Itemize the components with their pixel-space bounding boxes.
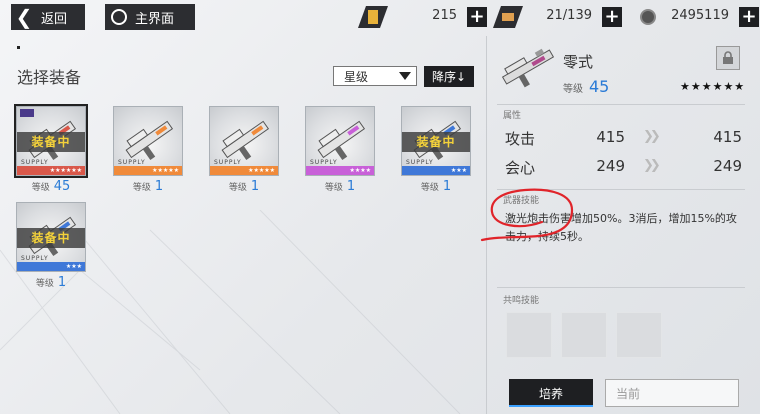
stat-current: 249 [596,157,625,175]
level-label: 等级 [563,84,583,95]
lock-icon [723,51,733,64]
card-stars: ★★★★★★ [49,167,82,174]
chevron-down-icon [399,72,411,80]
stat-current: 415 [596,128,625,146]
level-value: 1 [250,179,260,194]
weapon-level: 等级 45 [563,77,609,96]
sort-order-button[interactable]: 降序↓ [424,66,474,87]
separator [497,189,745,190]
top-bar: ❮ 返回 主界面 215 + 21/139 + 2495119 + [0,0,760,34]
stat-name: 攻击 [505,130,536,148]
weapon-name: 零式 [563,53,594,71]
card-level: 等级 45 [11,179,91,194]
coin-icon [637,6,659,28]
resource-coin: 2495119 + [637,6,759,28]
supply-text: SUPPLY [310,159,338,166]
stat-crit-row: 会心 249 ❯❯ 249 [505,157,742,179]
home-label: 主界面 [135,11,175,27]
current-field: 当前 [605,379,739,407]
rank-badge-icon [20,109,34,117]
card-stars: ★★★★ [349,167,371,174]
supply-text: SUPPLY [21,159,49,166]
back-label: 返回 [41,11,68,27]
resource-value: 21/139 [546,8,592,23]
equipment-card[interactable]: SUPPLY ★★★ 装备中 [401,106,471,176]
level-value: 45 [589,77,610,96]
resource-coupon: 215 + [357,6,487,28]
decor-dot [17,46,20,49]
lock-button[interactable] [716,46,740,70]
level-value: 1 [442,179,452,194]
battery-icon [492,6,524,28]
weapon-image [501,48,555,88]
weapon-skill-label: 武器技能 [503,196,540,206]
equipped-label: 装备中 [17,132,85,152]
resource-battery: 21/139 + [492,6,622,28]
card-level: 等级 1 [300,179,380,194]
level-label: 等级 [31,183,50,193]
weapon-skill-text: 激光炮击伤害增加50%。3消后，增加15%的攻击力，持续5秒。 [505,212,737,243]
resource-value: 2495119 [671,8,729,23]
section-title: 选择装备 [17,68,82,87]
resonance-slot[interactable] [616,312,662,358]
back-button[interactable]: ❮ 返回 [11,4,85,30]
add-battery-button[interactable]: + [602,7,622,27]
equipment-card[interactable]: SUPPLY ★★★★ [305,106,375,176]
level-value: 1 [57,275,67,290]
card-stars: ★★★★★ [152,167,179,174]
supply-text: SUPPLY [118,159,146,166]
resource-value: 215 [432,8,457,23]
stat-next: 415 [713,128,742,146]
weapon-image [221,120,270,161]
coupon-icon [357,6,389,28]
card-level: 等级 1 [396,179,476,194]
equipment-card[interactable]: SUPPLY ★★★ 装备中 [16,202,86,272]
sort-value: 星级 [344,69,369,84]
level-label: 等级 [228,183,247,193]
card-stars: ★★★ [65,263,82,270]
level-label: 等级 [35,279,54,289]
chevron-left-icon: ❮ [15,5,33,29]
level-value: 1 [346,179,356,194]
level-label: 等级 [420,183,439,193]
weapon-image [317,120,366,161]
add-coin-button[interactable]: + [739,7,759,27]
separator [497,104,745,105]
stat-name: 会心 [505,159,536,177]
equipment-card[interactable]: SUPPLY ★★★★★★ 装备中 [14,104,88,178]
equipped-label: 装备中 [402,132,470,152]
add-coupon-button[interactable]: + [467,7,487,27]
level-label: 等级 [132,183,151,193]
level-value: 1 [154,179,164,194]
level-label: 等级 [324,183,343,193]
attributes-label: 属性 [503,111,522,121]
resonance-slot[interactable] [506,312,552,358]
weapon-stars: ★★★★★★ [680,80,746,93]
level-value: 45 [53,179,71,194]
card-stars: ★★★★★ [248,167,275,174]
supply-text: SUPPLY [21,255,49,262]
home-ring-icon [111,9,127,25]
separator [497,287,745,288]
double-chevron-right-icon: ❯❯ [643,158,661,173]
double-chevron-right-icon: ❯❯ [643,129,661,144]
supply-text: SUPPLY [406,159,434,166]
train-button[interactable]: 培养 [509,379,593,407]
card-level: 等级 1 [204,179,284,194]
panel-divider [486,36,487,414]
home-button[interactable]: 主界面 [105,4,195,30]
card-level: 等级 1 [11,275,91,290]
resonance-slot[interactable] [561,312,607,358]
weapon-image [125,120,174,161]
equipment-card[interactable]: SUPPLY ★★★★★ [209,106,279,176]
sort-select[interactable]: 星级 [333,66,417,86]
card-stars: ★★★ [450,167,467,174]
stat-attack-row: 攻击 415 ❯❯ 415 [505,128,742,150]
stat-next: 249 [713,157,742,175]
equipped-label: 装备中 [17,228,85,248]
card-level: 等级 1 [108,179,188,194]
supply-text: SUPPLY [214,159,242,166]
resonance-skill-label: 共鸣技能 [503,296,540,306]
equipment-card[interactable]: SUPPLY ★★★★★ [113,106,183,176]
